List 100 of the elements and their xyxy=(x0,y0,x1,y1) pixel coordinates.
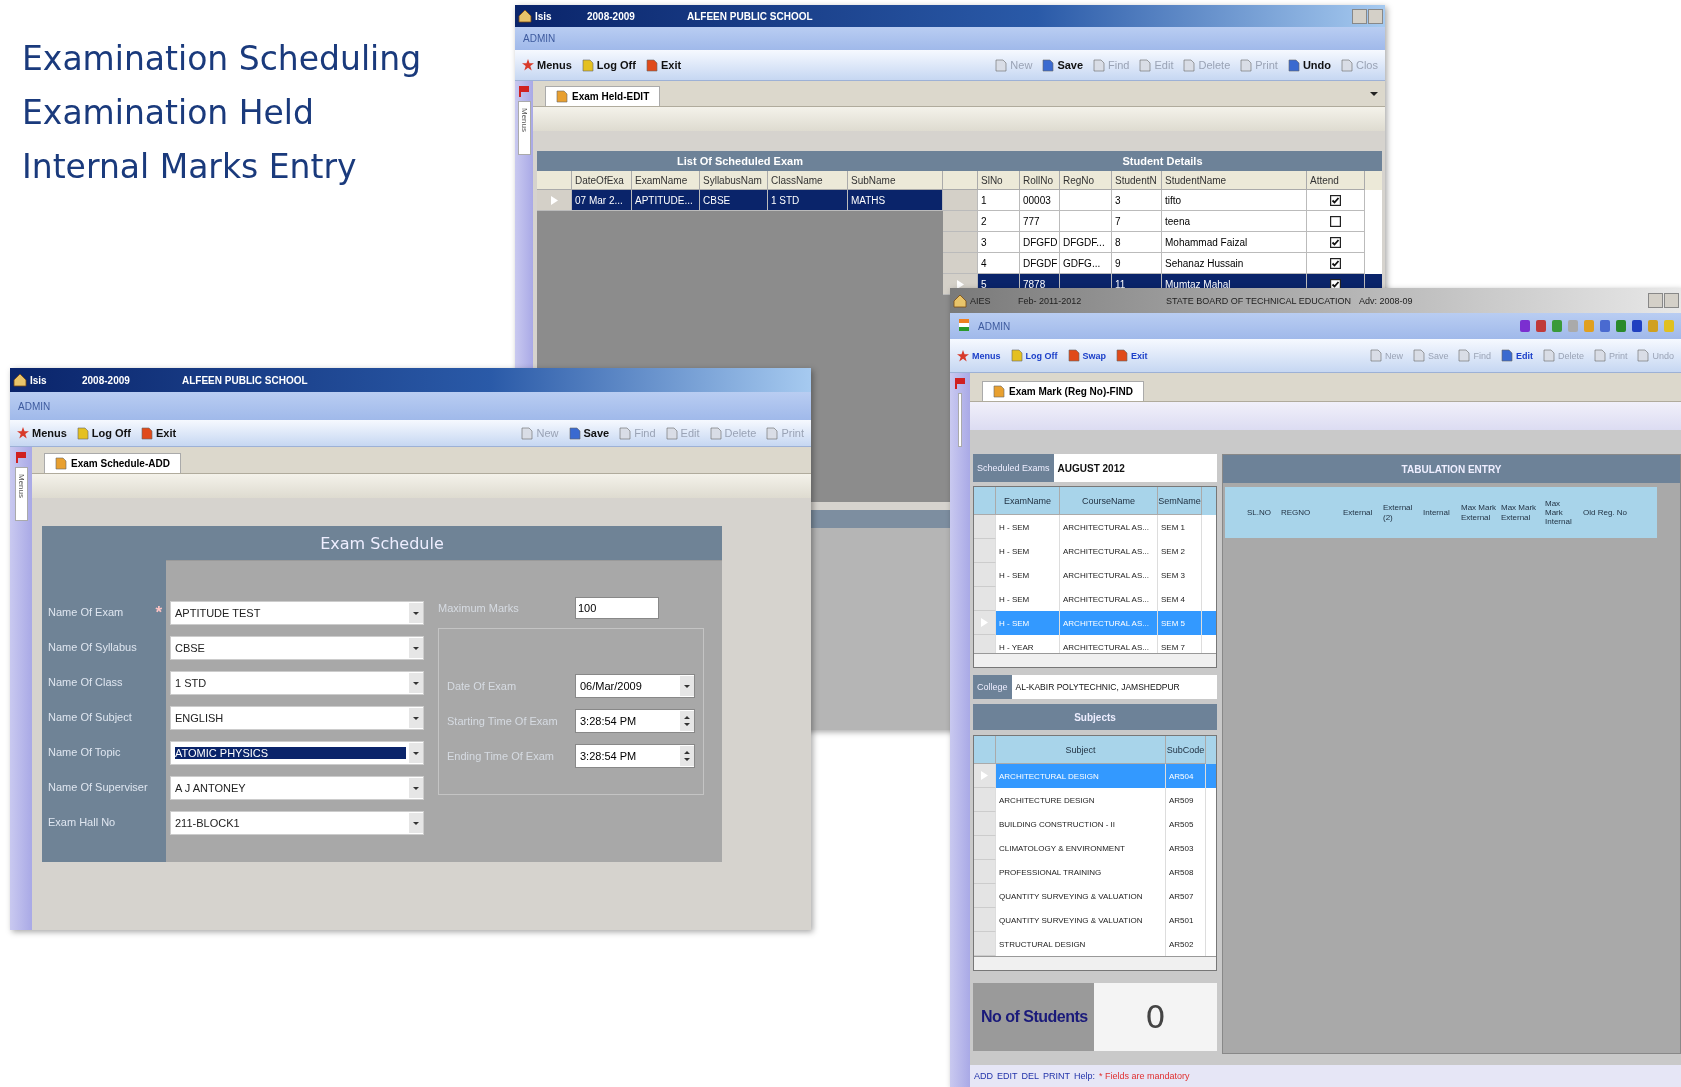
house-icon xyxy=(13,373,27,387)
document-icon xyxy=(619,426,632,440)
table-cell: 1 STD xyxy=(768,190,848,211)
table-row[interactable]: 3 DFGFD DFGDF... 8 Mohammad Faizal xyxy=(943,232,1382,253)
checkbox[interactable] xyxy=(1330,257,1341,269)
shortcut-link[interactable]: DEL xyxy=(1021,1071,1040,1081)
toolbar-button[interactable]: Undo xyxy=(1284,56,1334,74)
toolbar-icon[interactable] xyxy=(1631,318,1643,334)
minimize-button[interactable] xyxy=(1352,8,1367,24)
menus-side-tab[interactable]: Menus xyxy=(14,467,28,521)
dropdown-field[interactable]: AUGUST 2012 xyxy=(1053,454,1217,482)
document-icon xyxy=(55,457,67,470)
row-pointer-icon xyxy=(550,195,558,205)
dropdown-field[interactable]: APTITUDE TEST xyxy=(170,601,424,625)
form-title: Exam Schedule xyxy=(42,526,722,560)
column-header[interactable]: Internal xyxy=(1421,487,1459,538)
flag-icon xyxy=(958,318,970,334)
document-icon xyxy=(568,426,581,440)
field-label: Scheduled Exams xyxy=(973,454,1054,482)
toolbar-icon[interactable] xyxy=(1599,318,1611,334)
row-header[interactable] xyxy=(537,190,572,211)
scrollbar[interactable] xyxy=(974,653,1216,667)
toolbar-button[interactable]: Menus xyxy=(14,425,70,441)
table-row[interactable]: 4 DFGDF GDFG... 9 Sehanaz Hussain xyxy=(943,253,1382,274)
toolbar-button[interactable]: Save xyxy=(565,424,613,442)
dropdown-field[interactable]: 1 STD xyxy=(170,671,424,695)
input-field[interactable]: 100 xyxy=(575,597,659,619)
dropdown-field[interactable]: A J ANTONEY xyxy=(170,776,424,800)
time-field[interactable]: 3:28:54 PM xyxy=(575,744,695,768)
column-header[interactable]: Max Mark External xyxy=(1459,487,1499,538)
table-row[interactable]: 07 Mar 2... APTITUDE... CBSE 1 STD MATHS xyxy=(537,190,943,211)
scrollbar[interactable] xyxy=(974,956,1216,970)
column-header[interactable]: Max Mark Internal xyxy=(1543,487,1581,538)
toolbar-button[interactable]: Swap xyxy=(1064,347,1110,364)
toolbar-button[interactable]: Exit xyxy=(642,56,685,74)
spinner-icon[interactable] xyxy=(680,746,694,766)
table-cell: 07 Mar 2... xyxy=(572,190,632,211)
maximize-button[interactable] xyxy=(1664,293,1679,308)
document-icon xyxy=(1093,58,1106,72)
toolbar-button[interactable]: Exit xyxy=(137,424,180,442)
dropdown-field[interactable]: 211-BLOCK1 xyxy=(170,811,424,835)
shortcut-link[interactable]: ADD xyxy=(974,1071,993,1081)
title-text: Isis xyxy=(30,374,48,386)
document-icon xyxy=(1287,58,1300,72)
column-header[interactable]: Max Mark External xyxy=(1499,487,1543,538)
shortcut-link[interactable]: EDIT xyxy=(997,1071,1018,1081)
toolbar-button[interactable]: Exit xyxy=(1113,347,1151,364)
toolbar-button[interactable]: Log Off xyxy=(578,56,639,74)
side-tab[interactable] xyxy=(958,393,962,447)
field-label: Exam Hall No xyxy=(48,816,116,828)
document-icon xyxy=(1240,58,1253,72)
column-header[interactable]: Old Reg. No xyxy=(1581,487,1657,538)
checkbox[interactable] xyxy=(1330,236,1341,248)
dropdown-field[interactable]: ATOMIC PHYSICS xyxy=(170,741,424,765)
toolbar-button[interactable]: Save xyxy=(1039,56,1087,74)
table-row[interactable]: 2 777 7 teena xyxy=(943,211,1382,232)
field-label: College xyxy=(973,675,1012,699)
document-tab[interactable]: Exam Held-EDIT xyxy=(545,86,661,106)
column-header[interactable]: REGNO xyxy=(1279,487,1341,538)
date-field[interactable]: 06/Mar/2009 xyxy=(575,674,695,698)
dropdown-arrow-icon[interactable] xyxy=(1369,89,1379,98)
minimize-button[interactable] xyxy=(1648,293,1663,308)
star-icon xyxy=(957,349,969,362)
spinner-icon[interactable] xyxy=(680,711,694,731)
column-header[interactable]: External xyxy=(1341,487,1381,538)
toolbar-icon[interactable] xyxy=(1551,318,1563,334)
toolbar-button[interactable]: Log Off xyxy=(1007,347,1061,364)
dropdown-field[interactable]: AL-KABIR POLYTECHNIC, JAMSHEDPUR xyxy=(1011,675,1217,699)
checkbox[interactable] xyxy=(1330,215,1341,227)
document-tab[interactable]: Exam Mark (Reg No)-FIND xyxy=(982,381,1144,401)
flag-icon xyxy=(954,377,966,389)
dropdown-field[interactable]: CBSE xyxy=(170,636,424,660)
menus-side-tab[interactable]: Menus xyxy=(517,101,531,155)
document-tab[interactable]: Exam Schedule-ADD xyxy=(44,453,181,473)
maximize-button[interactable] xyxy=(1368,8,1383,24)
time-field[interactable]: 3:28:54 PM xyxy=(575,709,695,733)
column-header[interactable]: SL.NO xyxy=(1245,487,1279,538)
toolbar-button[interactable]: Edit xyxy=(1497,347,1536,364)
toolbar-button[interactable]: Log Off xyxy=(73,424,134,442)
document-icon xyxy=(766,426,779,440)
document-icon xyxy=(1042,58,1055,72)
toolbar-icon[interactable] xyxy=(1535,318,1547,334)
document-icon xyxy=(1637,349,1650,362)
title-text: 2008-2009 xyxy=(587,10,636,22)
toolbar-icon[interactable] xyxy=(1519,318,1531,334)
count-value: 0 xyxy=(1093,983,1217,1051)
toolbar-icon[interactable] xyxy=(1615,318,1627,334)
house-icon xyxy=(518,9,532,23)
column-header[interactable]: External (2) xyxy=(1381,487,1421,538)
shortcut-link[interactable]: PRINT xyxy=(1043,1071,1071,1081)
dropdown-field[interactable]: ENGLISH xyxy=(170,706,424,730)
help-label: Help: xyxy=(1074,1071,1096,1081)
checkbox[interactable] xyxy=(1330,194,1341,206)
table-row[interactable]: 1 00003 3 tifto xyxy=(943,190,1382,211)
toolbar-button[interactable]: Menus xyxy=(519,57,575,73)
star-icon xyxy=(522,59,534,71)
toolbar-button[interactable]: Menus xyxy=(954,347,1004,364)
document-icon xyxy=(709,426,722,440)
document-icon xyxy=(1500,349,1513,362)
user-name: ADMIN xyxy=(18,400,51,412)
